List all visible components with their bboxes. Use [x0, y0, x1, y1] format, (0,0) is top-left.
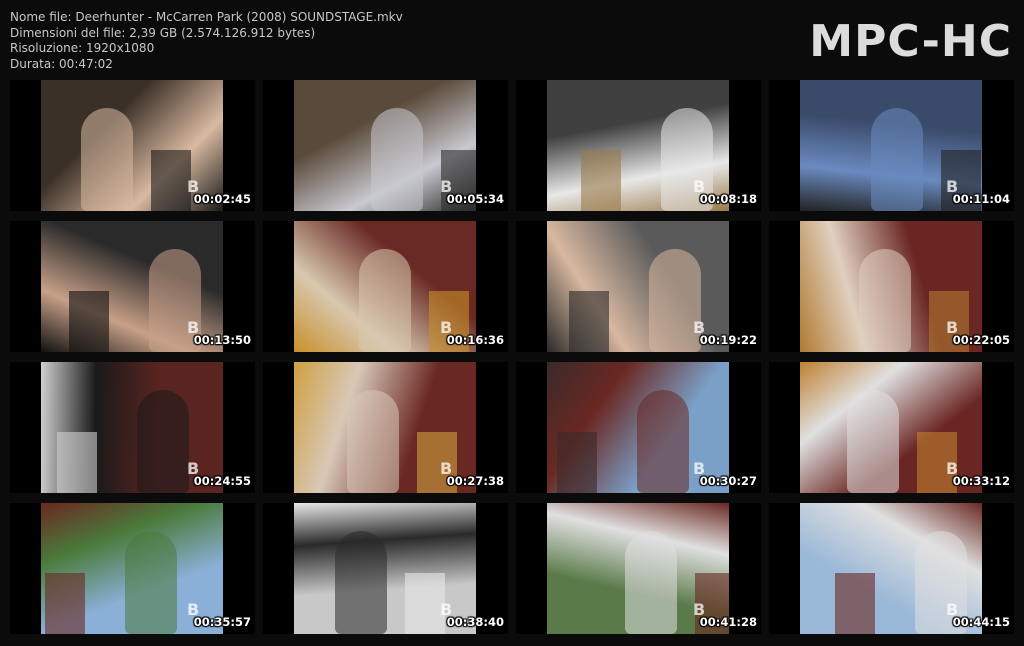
performer-silhouette — [859, 249, 911, 352]
stage-equipment — [405, 573, 445, 634]
thumbnail-guitar-neck-closeup: B 00:05:34 — [263, 80, 508, 211]
duration-line: Durata: 00:47:02 — [10, 56, 113, 71]
thumbnail-crowd-wide-shot: B 00:30:27 — [516, 362, 761, 493]
thumbnail-timestamp: 00:41:28 — [699, 615, 757, 629]
thumbnail-timestamp: 00:27:38 — [446, 474, 504, 488]
performer-silhouette — [137, 390, 189, 493]
thumbnail-grid: B 00:02:45 B 00:05:34 B 00:08:18 B 00:11:04 B 00:… — [10, 80, 1015, 637]
stage-equipment — [835, 573, 875, 634]
performer-silhouette — [871, 108, 923, 211]
thumbnail-stage-wide-sky: B 00:11:04 — [769, 80, 1014, 211]
thumbnail-timestamp: 00:08:18 — [699, 192, 757, 206]
file-size-line: Dimensioni del file: 2,39 GB (2.574.126.… — [10, 25, 316, 40]
thumbnail-guitarist-mic-stand: B 00:33:12 — [769, 362, 1014, 493]
thumbnail-timestamp: 00:22:05 — [952, 333, 1010, 347]
stage-equipment — [69, 291, 109, 352]
thumbnail-timestamp: 00:44:15 — [952, 615, 1010, 629]
performer-silhouette — [847, 390, 899, 493]
info-header: Nome file: Deerhunter - McCarren Park (2… — [0, 0, 1024, 80]
thumbnail-two-guitarists-dark: B 00:24:55 — [10, 362, 255, 493]
thumbnail-drummer-trees: B 00:41:28 — [516, 503, 761, 634]
thumbnail-timestamp: 00:11:04 — [952, 192, 1010, 206]
performer-silhouette — [371, 108, 423, 211]
performer-silhouette — [125, 531, 177, 634]
resolution-line: Risoluzione: 1920x1080 — [10, 41, 155, 55]
thumbnail-timestamp: 00:24:55 — [193, 474, 251, 488]
performer-silhouette — [81, 108, 133, 211]
stage-equipment — [45, 573, 85, 634]
file-info-block: Nome file: Deerhunter - McCarren Park (2… — [10, 10, 403, 72]
thumbnail-band-red-backdrop: B 00:22:05 — [769, 221, 1014, 352]
mpc-hc-logo: MPC-HC — [809, 16, 1012, 67]
thumbnail-guitarist-low-angle: B 00:38:40 — [263, 503, 508, 634]
thumbnail-singer-closeup-mic: B 00:02:45 — [10, 80, 255, 211]
performer-silhouette — [359, 249, 411, 352]
thumbnail-guitarists-red-backdrop: B 00:16:36 — [263, 221, 508, 352]
performer-silhouette — [625, 531, 677, 634]
thumbnail-crowd-trees-wide: B 00:35:57 — [10, 503, 255, 634]
thumbnail-timestamp: 00:16:36 — [446, 333, 504, 347]
performer-silhouette — [637, 390, 689, 493]
stage-equipment — [557, 432, 597, 493]
thumbnail-guitarist-orange-guitar: B 00:27:38 — [263, 362, 508, 493]
stage-equipment — [151, 150, 191, 211]
thumbnail-timestamp: 00:33:12 — [952, 474, 1010, 488]
stage-equipment — [569, 291, 609, 352]
thumbnail-drummer-closeup: B 00:08:18 — [516, 80, 761, 211]
thumbnail-timestamp: 00:19:22 — [699, 333, 757, 347]
performer-silhouette — [335, 531, 387, 634]
thumbnail-timestamp: 00:13:50 — [193, 333, 251, 347]
thumbnail-guitarist-head-down: B 00:13:50 — [10, 221, 255, 352]
performer-silhouette — [347, 390, 399, 493]
stage-equipment — [57, 432, 97, 493]
thumbnail-timestamp: 00:30:27 — [699, 474, 757, 488]
thumbnail-timestamp: 00:05:34 — [446, 192, 504, 206]
thumbnail-drummer-crowd-wide: B 00:44:15 — [769, 503, 1014, 634]
thumbnail-timestamp: 00:02:45 — [193, 192, 251, 206]
stage-equipment — [581, 150, 621, 211]
file-name-line: Nome file: Deerhunter - McCarren Park (2… — [10, 10, 403, 24]
thumbnail-singer-profile-mic: B 00:19:22 — [516, 221, 761, 352]
thumbnail-timestamp: 00:38:40 — [446, 615, 504, 629]
thumbnail-timestamp: 00:35:57 — [193, 615, 251, 629]
